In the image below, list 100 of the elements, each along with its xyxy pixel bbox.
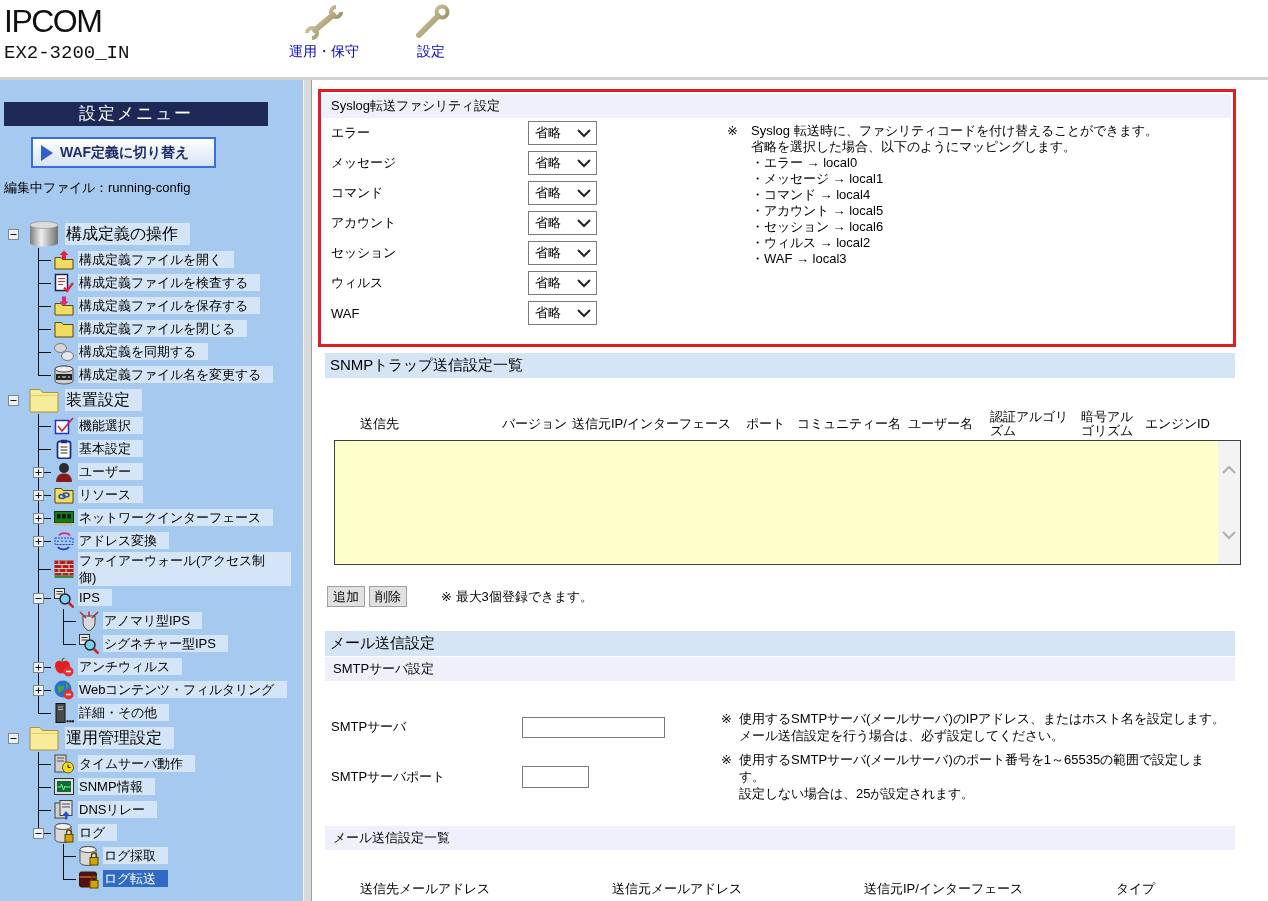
expand-icon[interactable] — [33, 466, 44, 478]
column-header: 送信先メールアドレス — [360, 880, 491, 897]
database-icon — [29, 221, 59, 247]
tree-item[interactable]: DNSリレー — [78, 801, 158, 818]
dropdown[interactable]: 省略 — [528, 301, 597, 325]
tree-item[interactable]: ファイアーウォール(アクセス制御) — [78, 552, 291, 586]
nav-link[interactable]: 運用・保守 — [289, 0, 359, 77]
network-arrows-icon — [54, 530, 74, 551]
mapping-text: ・コマンド → local4 — [751, 187, 872, 203]
chevron-down-icon — [577, 248, 591, 258]
apple-no-entry-icon — [54, 656, 74, 677]
clipboard-icon — [54, 438, 74, 459]
chevron-down-icon — [577, 188, 591, 198]
checklist-icon — [54, 272, 74, 293]
tree-item[interactable]: リソース — [78, 486, 143, 503]
collapse-icon[interactable] — [8, 229, 19, 240]
collapse-icon[interactable] — [8, 733, 19, 744]
tree-item[interactable]: アンチウィルス — [78, 658, 182, 675]
note-mark: ※ — [721, 710, 733, 728]
tree-item[interactable]: アノマリ型IPS — [103, 612, 202, 629]
tree-item[interactable]: タイムサーバ動作 — [78, 755, 195, 772]
tree-item[interactable]: ログ採取 — [103, 847, 168, 864]
column-header: コミュニティー名 — [797, 417, 902, 431]
column-header: 送信元メールアドレス — [612, 880, 743, 897]
expand-icon[interactable] — [33, 489, 44, 501]
shield-icon — [79, 610, 99, 631]
section-header: メール送信設定 — [325, 631, 1235, 656]
checkbox-icon — [54, 415, 74, 436]
tree-item[interactable]: Webコンテンツ・フィルタリング — [78, 681, 287, 698]
tree-item[interactable]: ログ転送 — [103, 870, 168, 887]
collapse-icon[interactable] — [33, 827, 44, 839]
expand-icon[interactable] — [33, 684, 44, 696]
tree-item[interactable]: ユーザー — [78, 463, 143, 480]
tree-item[interactable]: 詳細・その他 — [78, 704, 169, 721]
nav-link[interactable]: 設定 — [411, 0, 451, 77]
expand-icon[interactable] — [33, 535, 44, 547]
column-header: バージョン — [502, 417, 568, 431]
server-arrow-icon — [54, 799, 74, 820]
field-label: ウィルス — [331, 274, 384, 292]
mapping-text: ・アカウント → local5 — [751, 203, 885, 219]
note-mark: ※ — [721, 751, 733, 769]
dropdown[interactable]: 省略 — [528, 271, 597, 295]
tree-item[interactable]: シグネチャー型IPS — [103, 635, 228, 652]
collapse-icon[interactable] — [8, 395, 19, 406]
spanner-icon — [304, 4, 344, 40]
tree-item[interactable]: 構成定義ファイルを検査する — [78, 274, 260, 291]
mapping-text: ・エラー → local0 — [751, 155, 859, 171]
product-name: IPCOM — [4, 5, 102, 37]
folder-arrow-down-icon — [54, 295, 74, 316]
tree-item[interactable]: SNMP情報 — [78, 778, 155, 795]
tree-item[interactable]: ログ — [78, 824, 117, 841]
collapse-icon[interactable] — [33, 592, 44, 604]
column-header: ポート — [746, 417, 786, 431]
dropdown[interactable]: 省略 — [528, 241, 597, 265]
mapping-text: ・ウィルス → local2 — [751, 235, 872, 251]
tree-item[interactable]: 機能選択 — [78, 417, 143, 434]
tree-item[interactable]: 装置設定 — [65, 389, 142, 411]
add-button[interactable]: 追加 — [327, 586, 365, 607]
tree-item[interactable]: 構成定義ファイルを閉じる — [78, 320, 247, 337]
dropdown[interactable]: 省略 — [528, 211, 597, 235]
note-text: 設定しない場合は、25が設定されます。 — [739, 785, 976, 802]
tree-item[interactable]: 運用管理設定 — [65, 727, 174, 749]
input-field[interactable] — [522, 716, 665, 738]
note-text: ※ 最大3個登録できます。 — [441, 587, 593, 606]
dropdown[interactable]: 省略 — [528, 181, 597, 205]
field-label: SMTPサーバポート — [331, 767, 447, 786]
column-header: 送信元IP/インターフェース — [572, 417, 732, 431]
tree-item[interactable]: 構成定義を同期する — [78, 343, 208, 360]
tree-item[interactable]: 構成定義ファイルを保存する — [78, 297, 260, 314]
input-field[interactable] — [522, 765, 589, 788]
chest-lock-icon — [79, 868, 99, 889]
tree-item[interactable]: IPS — [78, 589, 112, 606]
section-header: SMTPサーバ設定 — [325, 657, 1235, 681]
tree-item[interactable]: 構成定義ファイルを開く — [78, 251, 234, 268]
tree-item[interactable]: 構成定義ファイル名を変更する — [78, 366, 273, 383]
switch-button[interactable]: WAF定義に切り替え — [31, 137, 216, 168]
person-icon — [54, 461, 74, 482]
tree-item[interactable]: 構成定義の操作 — [65, 223, 190, 245]
section-header: Syslog転送ファシリティ設定 — [323, 94, 1231, 118]
drive-icon — [54, 364, 74, 385]
column-header: タイプ — [1116, 880, 1157, 897]
field-label: SMTPサーバ — [331, 718, 408, 736]
dropdown[interactable]: 省略 — [528, 151, 597, 175]
section-header: メール送信設定一覧 — [325, 826, 1235, 850]
column-header: 送信先 — [360, 417, 400, 431]
expand-icon[interactable] — [33, 512, 44, 524]
globe-no-entry-icon — [54, 679, 74, 700]
tree-item[interactable]: 基本設定 — [78, 440, 143, 457]
delete-button[interactable]: 削除 — [369, 586, 407, 607]
chevron-down-icon — [577, 158, 591, 168]
mapping-text: ・WAF → local3 — [751, 251, 848, 267]
tree-item[interactable]: ネットワークインターフェース — [78, 509, 273, 526]
expand-icon[interactable] — [33, 661, 44, 673]
server-icon — [54, 702, 74, 723]
database-lock-icon — [79, 845, 99, 866]
dropdown[interactable]: 省略 — [528, 121, 597, 145]
database-lock-icon — [54, 822, 74, 843]
tree-item[interactable]: アドレス変換 — [78, 532, 169, 549]
play-icon — [40, 143, 54, 162]
column-header: エンジンID — [1145, 417, 1211, 431]
